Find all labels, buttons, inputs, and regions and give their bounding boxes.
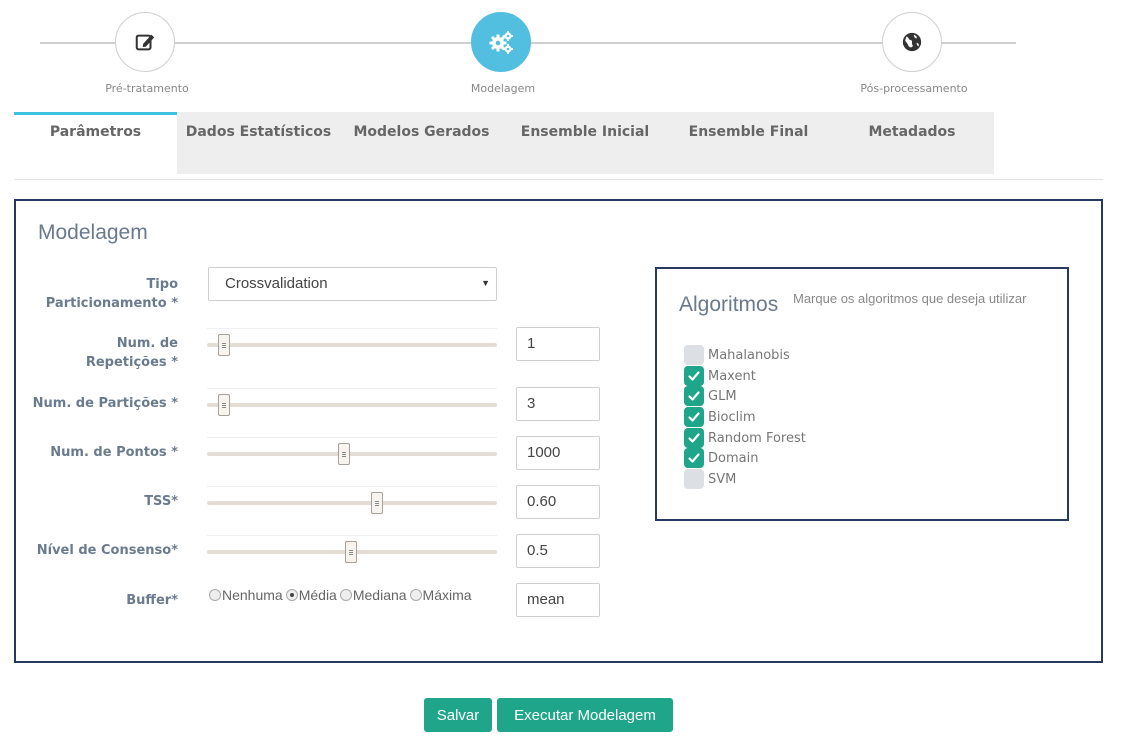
checkbox-unchecked[interactable] [684,469,704,489]
step-modeling[interactable] [471,12,531,72]
tss-slider[interactable] [207,486,497,514]
buffer-option-nenhuma[interactable]: Nenhuma [209,587,283,603]
points-slider[interactable] [207,437,497,465]
algorithm-bioclim[interactable]: Bioclim [684,407,756,427]
algorithm-glm[interactable]: GLM [684,386,737,406]
points-input[interactable]: 1000 [516,436,600,470]
buffer-option-mediana[interactable]: Mediana [339,587,407,603]
checkbox-checked[interactable] [684,407,704,427]
checkmark-icon [688,391,700,401]
slider-track [207,501,497,505]
save-button[interactable]: Salvar [424,698,492,732]
buffer-label: Buffer* [126,593,178,608]
consensus-slider[interactable] [207,535,497,563]
checkbox-checked[interactable] [684,366,704,386]
slider-track [207,343,497,347]
slider-handle[interactable] [338,443,350,465]
slider-handle[interactable] [218,394,230,416]
algorithm-label: Random Forest [708,430,806,446]
algorithm-label: Bioclim [708,409,756,425]
step-label-pre-processing: Pré-tratamento [105,82,189,95]
checkmark-icon [688,371,700,381]
tss-input[interactable]: 0.60 [516,485,600,519]
radio-button[interactable] [209,589,221,601]
repetitions-label-line2: Repetições * [85,355,178,370]
modeling-panel: Modelagem Tipo Particionamento * Crossva… [14,199,1103,663]
algorithm-maxent[interactable]: Maxent [684,366,756,386]
algorithms-title: Algoritmos [679,293,779,316]
tab-dados-estatisticos[interactable]: Dados Estatísticos [177,112,340,174]
step-post-processing[interactable] [882,12,942,72]
repetitions-slider[interactable] [207,328,497,356]
chevron-down-icon: ▼ [481,278,490,288]
radio-button[interactable] [409,589,422,601]
slider-track [207,452,497,456]
slider-handle[interactable] [345,541,357,563]
tabs-divider [14,179,1103,180]
partition-type-label-line2: Particionamento * [45,296,178,311]
buffer-option-media[interactable]: Média [285,587,337,603]
edit-icon [135,34,155,51]
radio-button-selected[interactable] [285,589,298,601]
step-label-post-processing: Pós-processamento [860,82,968,95]
algorithm-svm[interactable]: SVM [684,469,736,489]
tss-label: TSS* [144,494,178,509]
checkbox-unchecked[interactable] [684,345,704,365]
gears-icon [489,31,513,54]
repetitions-input[interactable]: 1 [516,327,600,361]
tab-ensemble-inicial[interactable]: Ensemble Inicial [503,112,667,174]
checkbox-checked[interactable] [684,386,704,406]
checkmark-icon [688,412,700,422]
checkbox-checked[interactable] [684,448,704,468]
algorithm-label: Maxent [708,368,756,384]
points-label: Num. de Pontos * [50,445,178,460]
radio-button[interactable] [339,589,352,601]
algorithms-hint: Marque os algoritmos que deseja utilizar [793,291,1027,306]
globe-icon [902,32,922,52]
tab-bar: Parâmetros Dados Estatísticos Modelos Ge… [14,112,994,174]
algorithm-label: Domain [708,450,759,466]
algorithm-random-forest[interactable]: Random Forest [684,428,806,448]
repetitions-label-line1: Num. de [116,336,178,351]
algorithms-box: Algoritmos Marque os algoritmos que dese… [655,267,1069,521]
partition-type-label: Tipo Particionamento * [18,275,178,313]
step-pre-processing[interactable] [115,12,175,72]
repetitions-label: Num. de Repetições * [18,334,178,372]
slider-handle[interactable] [371,492,383,514]
algorithm-label: SVM [708,471,737,487]
checkbox-checked[interactable] [684,428,704,448]
partitions-label: Num. de Partições * [32,396,178,411]
radio-label: Média [298,587,337,603]
progress-stepper: Pré-tratamento Modelagem Pós-processamen… [0,0,1135,110]
consensus-label: Nível de Consenso* [36,543,178,558]
buffer-input[interactable]: mean [516,583,600,617]
partition-type-value: Crossvalidation [225,275,328,292]
run-modeling-button[interactable]: Executar Modelagem [497,698,673,732]
radio-label: Nenhuma [222,587,283,603]
checkmark-icon [688,433,700,443]
tab-ensemble-final[interactable]: Ensemble Final [667,112,830,174]
radio-label: Máxima [422,587,472,603]
slider-track [207,403,497,407]
partitions-slider[interactable] [207,388,497,416]
buffer-radio-group: Nenhuma Média Mediana Máxima [209,587,475,603]
tab-metadados[interactable]: Metadados [830,112,994,174]
radio-label: Mediana [352,587,407,603]
step-label-modeling: Modelagem [470,82,536,95]
algorithm-label: Mahalanobis [708,347,790,363]
tab-modelos-gerados[interactable]: Modelos Gerados [340,112,503,174]
consensus-input[interactable]: 0.5 [516,534,600,568]
partition-type-select[interactable]: Crossvalidation ▼ [208,267,497,301]
tab-parametros[interactable]: Parâmetros [14,112,177,174]
algorithm-label: GLM [708,388,737,404]
panel-title: Modelagem [38,221,148,244]
checkmark-icon [688,453,700,463]
slider-handle[interactable] [218,334,230,356]
partition-type-label-line1: Tipo [146,277,178,292]
buffer-option-maxima[interactable]: Máxima [409,587,472,603]
algorithm-mahalanobis[interactable]: Mahalanobis [684,345,790,365]
algorithm-domain[interactable]: Domain [684,448,758,468]
partitions-input[interactable]: 3 [516,387,600,421]
